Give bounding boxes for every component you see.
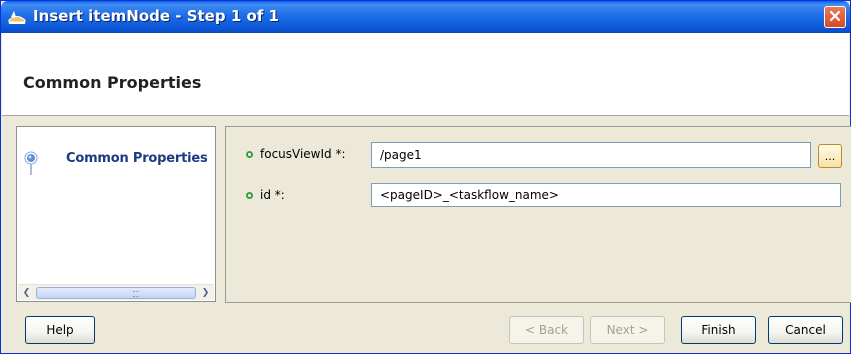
back-button[interactable]: < Back xyxy=(509,316,584,344)
required-marker-icon xyxy=(246,192,253,199)
scroll-thumb[interactable] xyxy=(36,287,196,299)
id-input[interactable] xyxy=(371,183,841,207)
properties-panel: focusViewId *: ... id *: xyxy=(225,126,851,303)
horizontal-scrollbar[interactable]: ❮ ❯ xyxy=(18,284,214,300)
help-button[interactable]: Help xyxy=(25,316,95,344)
scroll-right-icon[interactable]: ❯ xyxy=(198,286,213,300)
id-label: id *: xyxy=(260,188,285,202)
scroll-grip-icon xyxy=(133,291,139,297)
id-row: id *: xyxy=(226,183,851,209)
required-marker-icon xyxy=(246,151,253,158)
focusviewid-label: focusViewId *: xyxy=(260,147,346,161)
browse-button-label: ... xyxy=(824,150,836,163)
close-icon xyxy=(829,10,841,25)
title-bar[interactable]: Insert itemNode - Step 1 of 1 xyxy=(1,1,850,33)
close-button[interactable] xyxy=(824,6,846,28)
next-button[interactable]: Next > xyxy=(590,316,665,344)
wizard-step-list: Common Properties ❮ ❯ xyxy=(16,126,216,302)
scroll-left-icon[interactable]: ❮ xyxy=(19,286,34,300)
step-item-label: Common Properties xyxy=(66,151,208,166)
browse-button[interactable]: ... xyxy=(818,144,842,168)
finish-button[interactable]: Finish xyxy=(681,316,756,344)
window-title: Insert itemNode - Step 1 of 1 xyxy=(33,7,279,25)
step-item-common-properties[interactable]: Common Properties xyxy=(19,147,213,175)
cancel-button[interactable]: Cancel xyxy=(768,316,843,344)
jdeveloper-app-icon xyxy=(7,8,27,26)
insert-itemnode-dialog: Insert itemNode - Step 1 of 1 Common Pro… xyxy=(0,0,851,354)
focusviewid-input[interactable] xyxy=(371,142,811,168)
wizard-header: Common Properties xyxy=(2,33,849,116)
page-title: Common Properties xyxy=(23,73,202,92)
focusviewid-row: focusViewId *: ... xyxy=(226,142,851,168)
step-dot-icon xyxy=(23,151,39,175)
